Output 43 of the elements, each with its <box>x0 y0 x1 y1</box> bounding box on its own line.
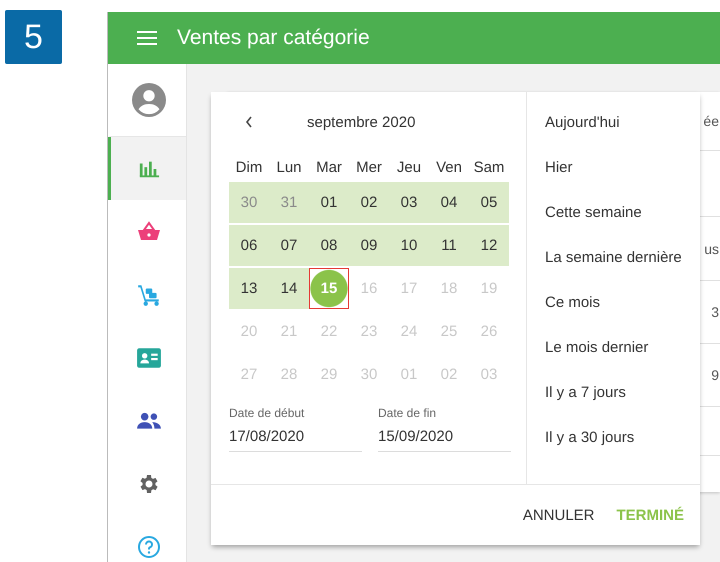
calendar-day[interactable]: 12 <box>469 225 509 266</box>
calendar-day[interactable]: 03 <box>389 182 429 223</box>
menu-icon[interactable] <box>137 30 157 46</box>
help-icon <box>136 534 160 558</box>
table-cell: us <box>704 240 719 256</box>
preset-option[interactable]: La semaine dernière <box>545 247 682 292</box>
preset-option[interactable]: Hier <box>545 157 573 202</box>
calendar-day[interactable]: 11 <box>429 225 469 266</box>
weekday-label: Sam <box>472 158 506 176</box>
weekday-label: Dim <box>234 158 264 176</box>
weekday-label: Mar <box>315 158 343 176</box>
date-input-field[interactable]: Date de fin 15/09/2020 <box>378 406 511 452</box>
date-input-field[interactable]: Date de début 17/08/2020 <box>229 406 362 452</box>
weekday-label: Jeu <box>396 158 422 176</box>
preset-option[interactable]: Le mois dernier <box>545 337 648 382</box>
weekday-label: Mer <box>355 158 383 176</box>
table-cell: 9 <box>711 367 719 383</box>
calendar-day[interactable]: 06 <box>229 225 269 266</box>
weekday-label: Ven <box>435 158 463 176</box>
calendar-day[interactable]: 08 <box>309 225 349 266</box>
calendar-day[interactable]: 07 <box>269 225 309 266</box>
table-cell: 3 <box>711 304 719 320</box>
page-title: Ventes par catégorie <box>177 26 370 50</box>
calendar-day[interactable]: 13 <box>229 268 269 309</box>
preset-option[interactable]: Il y a 7 jours <box>545 382 626 427</box>
calendar-day[interactable]: 05 <box>469 182 509 223</box>
preset-option[interactable]: Ce mois <box>545 292 600 337</box>
calendar-day[interactable]: 10 <box>389 225 429 266</box>
weekday-label: Lun <box>275 158 303 176</box>
user-avatar-icon <box>132 83 166 117</box>
calendar-day[interactable]: 01 <box>309 182 349 223</box>
table-cell: ée <box>703 113 719 129</box>
calendar-day[interactable]: 02 <box>349 182 389 223</box>
month-title: septembre 2020 <box>307 114 416 130</box>
preset-option[interactable]: Cette semaine <box>545 202 642 247</box>
preset-option[interactable]: Il y a 30 jours <box>545 427 634 472</box>
calendar-day[interactable]: 04 <box>429 182 469 223</box>
cancel-button[interactable]: ANNULER <box>518 498 598 532</box>
calendar-day[interactable]: 09 <box>349 225 389 266</box>
step-number-badge: 5 <box>5 10 62 64</box>
chevron-left-icon <box>244 115 254 129</box>
calendar-day[interactable]: 14 <box>269 268 309 309</box>
preset-option[interactable]: Aujourd'hui <box>545 112 620 157</box>
